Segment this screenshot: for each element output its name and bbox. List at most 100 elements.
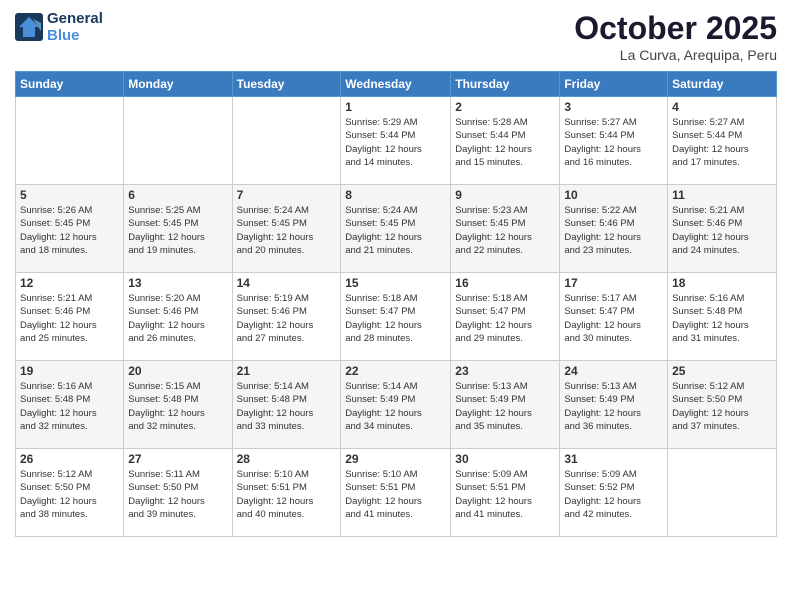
calendar-cell: 25 Sunrise: 5:12 AM Sunset: 5:50 PM Dayli… bbox=[668, 361, 777, 449]
day-number: 24 bbox=[564, 364, 663, 378]
day-info: Sunrise: 5:28 AM Sunset: 5:44 PM Dayligh… bbox=[455, 116, 555, 169]
calendar-cell: 11Sunrise: 5:21 AM Sunset: 5:46 PM Dayli… bbox=[668, 185, 777, 273]
calendar-cell: 21Sunrise: 5:14 AM Sunset: 5:48 PM Dayli… bbox=[232, 361, 341, 449]
day-info: Sunrise: 5:10 AM Sunset: 5:51 PM Dayligh… bbox=[237, 468, 337, 521]
day-number: 14 bbox=[237, 276, 337, 290]
logo-text: General Blue bbox=[47, 10, 103, 44]
calendar-cell: 8 Sunrise: 5:24 AM Sunset: 5:45 PM Daylig… bbox=[341, 185, 451, 273]
subtitle: La Curva, Arequipa, Peru bbox=[574, 47, 777, 63]
col-thursday: Thursday bbox=[451, 72, 560, 97]
col-monday: Monday bbox=[124, 72, 232, 97]
day-number: 3 bbox=[564, 100, 663, 114]
day-info: Sunrise: 5:16 AM Sunset: 5:48 PM Dayligh… bbox=[672, 292, 772, 345]
col-sunday: Sunday bbox=[16, 72, 124, 97]
calendar-cell: 31Sunrise: 5:09 AM Sunset: 5:52 PM Dayli… bbox=[560, 449, 668, 537]
calendar-cell: 5Sunrise: 5:26 AM Sunset: 5:45 PM Daylig… bbox=[16, 185, 124, 273]
calendar-cell: 26 Sunrise: 5:12 AM Sunset: 5:50 PM Dayli… bbox=[16, 449, 124, 537]
calendar-cell bbox=[16, 97, 124, 185]
day-number: 28 bbox=[237, 452, 337, 466]
calendar-cell bbox=[232, 97, 341, 185]
day-info: Sunrise: 5:19 AM Sunset: 5:46 PM Dayligh… bbox=[237, 292, 337, 345]
logo-icon bbox=[15, 13, 43, 41]
calendar-cell: 1 Sunrise: 5:29 AM Sunset: 5:44 PM Daylig… bbox=[341, 97, 451, 185]
calendar-cell: 16Sunrise: 5:18 AM Sunset: 5:47 PM Dayli… bbox=[451, 273, 560, 361]
calendar-cell: 18 Sunrise: 5:16 AM Sunset: 5:48 PM Dayli… bbox=[668, 273, 777, 361]
calendar-table: Sunday Monday Tuesday Wednesday Thursday… bbox=[15, 71, 777, 537]
calendar-cell: 6 Sunrise: 5:25 AM Sunset: 5:45 PM Daylig… bbox=[124, 185, 232, 273]
day-info: Sunrise: 5:09 AM Sunset: 5:51 PM Dayligh… bbox=[455, 468, 555, 521]
day-number: 1 bbox=[345, 100, 446, 114]
day-info: Sunrise: 5:18 AM Sunset: 5:47 PM Dayligh… bbox=[345, 292, 446, 345]
day-info: Sunrise: 5:14 AM Sunset: 5:48 PM Dayligh… bbox=[237, 380, 337, 433]
day-number: 19 bbox=[20, 364, 119, 378]
calendar-week-1: 1 Sunrise: 5:29 AM Sunset: 5:44 PM Daylig… bbox=[16, 97, 777, 185]
day-info: Sunrise: 5:24 AM Sunset: 5:45 PM Dayligh… bbox=[237, 204, 337, 257]
day-number: 12 bbox=[20, 276, 119, 290]
day-number: 18 bbox=[672, 276, 772, 290]
day-info: Sunrise: 5:20 AM Sunset: 5:46 PM Dayligh… bbox=[128, 292, 227, 345]
day-number: 9 bbox=[455, 188, 555, 202]
day-info: Sunrise: 5:16 AM Sunset: 5:48 PM Dayligh… bbox=[20, 380, 119, 433]
calendar-cell: 13Sunrise: 5:20 AM Sunset: 5:46 PM Dayli… bbox=[124, 273, 232, 361]
calendar-cell: 17Sunrise: 5:17 AM Sunset: 5:47 PM Dayli… bbox=[560, 273, 668, 361]
calendar-cell: 4 Sunrise: 5:27 AM Sunset: 5:44 PM Daylig… bbox=[668, 97, 777, 185]
day-number: 10 bbox=[564, 188, 663, 202]
col-wednesday: Wednesday bbox=[341, 72, 451, 97]
day-number: 29 bbox=[345, 452, 446, 466]
col-tuesday: Tuesday bbox=[232, 72, 341, 97]
day-info: Sunrise: 5:13 AM Sunset: 5:49 PM Dayligh… bbox=[564, 380, 663, 433]
day-info: Sunrise: 5:21 AM Sunset: 5:46 PM Dayligh… bbox=[672, 204, 772, 257]
calendar-cell bbox=[668, 449, 777, 537]
day-info: Sunrise: 5:09 AM Sunset: 5:52 PM Dayligh… bbox=[564, 468, 663, 521]
day-info: Sunrise: 5:27 AM Sunset: 5:44 PM Dayligh… bbox=[564, 116, 663, 169]
title-section: October 2025 La Curva, Arequipa, Peru bbox=[574, 10, 777, 63]
calendar-week-4: 19 Sunrise: 5:16 AM Sunset: 5:48 PM Dayli… bbox=[16, 361, 777, 449]
day-number: 25 bbox=[672, 364, 772, 378]
calendar-cell: 15 Sunrise: 5:18 AM Sunset: 5:47 PM Dayli… bbox=[341, 273, 451, 361]
day-number: 22 bbox=[345, 364, 446, 378]
calendar-cell: 30 Sunrise: 5:09 AM Sunset: 5:51 PM Dayli… bbox=[451, 449, 560, 537]
calendar-cell: 23Sunrise: 5:13 AM Sunset: 5:49 PM Dayli… bbox=[451, 361, 560, 449]
calendar-cell: 22 Sunrise: 5:14 AM Sunset: 5:49 PM Dayli… bbox=[341, 361, 451, 449]
calendar-cell: 27 Sunrise: 5:11 AM Sunset: 5:50 PM Dayli… bbox=[124, 449, 232, 537]
calendar-cell: 9 Sunrise: 5:23 AM Sunset: 5:45 PM Daylig… bbox=[451, 185, 560, 273]
day-info: Sunrise: 5:14 AM Sunset: 5:49 PM Dayligh… bbox=[345, 380, 446, 433]
day-number: 30 bbox=[455, 452, 555, 466]
day-info: Sunrise: 5:26 AM Sunset: 5:45 PM Dayligh… bbox=[20, 204, 119, 257]
day-number: 26 bbox=[20, 452, 119, 466]
day-number: 15 bbox=[345, 276, 446, 290]
col-saturday: Saturday bbox=[668, 72, 777, 97]
day-number: 8 bbox=[345, 188, 446, 202]
calendar-cell: 2 Sunrise: 5:28 AM Sunset: 5:44 PM Daylig… bbox=[451, 97, 560, 185]
day-info: Sunrise: 5:18 AM Sunset: 5:47 PM Dayligh… bbox=[455, 292, 555, 345]
calendar-week-5: 26 Sunrise: 5:12 AM Sunset: 5:50 PM Dayli… bbox=[16, 449, 777, 537]
calendar-cell: 24 Sunrise: 5:13 AM Sunset: 5:49 PM Dayli… bbox=[560, 361, 668, 449]
day-number: 2 bbox=[455, 100, 555, 114]
day-number: 4 bbox=[672, 100, 772, 114]
day-number: 27 bbox=[128, 452, 227, 466]
day-info: Sunrise: 5:12 AM Sunset: 5:50 PM Dayligh… bbox=[672, 380, 772, 433]
day-info: Sunrise: 5:21 AM Sunset: 5:46 PM Dayligh… bbox=[20, 292, 119, 345]
calendar-cell: 7Sunrise: 5:24 AM Sunset: 5:45 PM Daylig… bbox=[232, 185, 341, 273]
calendar-cell: 20Sunrise: 5:15 AM Sunset: 5:48 PM Dayli… bbox=[124, 361, 232, 449]
day-info: Sunrise: 5:13 AM Sunset: 5:49 PM Dayligh… bbox=[455, 380, 555, 433]
day-info: Sunrise: 5:29 AM Sunset: 5:44 PM Dayligh… bbox=[345, 116, 446, 169]
calendar-header-row: Sunday Monday Tuesday Wednesday Thursday… bbox=[16, 72, 777, 97]
day-info: Sunrise: 5:23 AM Sunset: 5:45 PM Dayligh… bbox=[455, 204, 555, 257]
day-info: Sunrise: 5:11 AM Sunset: 5:50 PM Dayligh… bbox=[128, 468, 227, 521]
calendar-cell: 12 Sunrise: 5:21 AM Sunset: 5:46 PM Dayli… bbox=[16, 273, 124, 361]
day-info: Sunrise: 5:24 AM Sunset: 5:45 PM Dayligh… bbox=[345, 204, 446, 257]
calendar-cell: 19 Sunrise: 5:16 AM Sunset: 5:48 PM Dayli… bbox=[16, 361, 124, 449]
day-number: 6 bbox=[128, 188, 227, 202]
day-info: Sunrise: 5:12 AM Sunset: 5:50 PM Dayligh… bbox=[20, 468, 119, 521]
calendar-week-3: 12 Sunrise: 5:21 AM Sunset: 5:46 PM Dayli… bbox=[16, 273, 777, 361]
day-number: 20 bbox=[128, 364, 227, 378]
day-info: Sunrise: 5:10 AM Sunset: 5:51 PM Dayligh… bbox=[345, 468, 446, 521]
calendar-cell: 14 Sunrise: 5:19 AM Sunset: 5:46 PM Dayli… bbox=[232, 273, 341, 361]
day-info: Sunrise: 5:17 AM Sunset: 5:47 PM Dayligh… bbox=[564, 292, 663, 345]
calendar-page: General Blue October 2025 La Curva, Areq… bbox=[0, 0, 792, 612]
day-info: Sunrise: 5:25 AM Sunset: 5:45 PM Dayligh… bbox=[128, 204, 227, 257]
col-friday: Friday bbox=[560, 72, 668, 97]
calendar-cell: 28 Sunrise: 5:10 AM Sunset: 5:51 PM Dayli… bbox=[232, 449, 341, 537]
day-info: Sunrise: 5:27 AM Sunset: 5:44 PM Dayligh… bbox=[672, 116, 772, 169]
